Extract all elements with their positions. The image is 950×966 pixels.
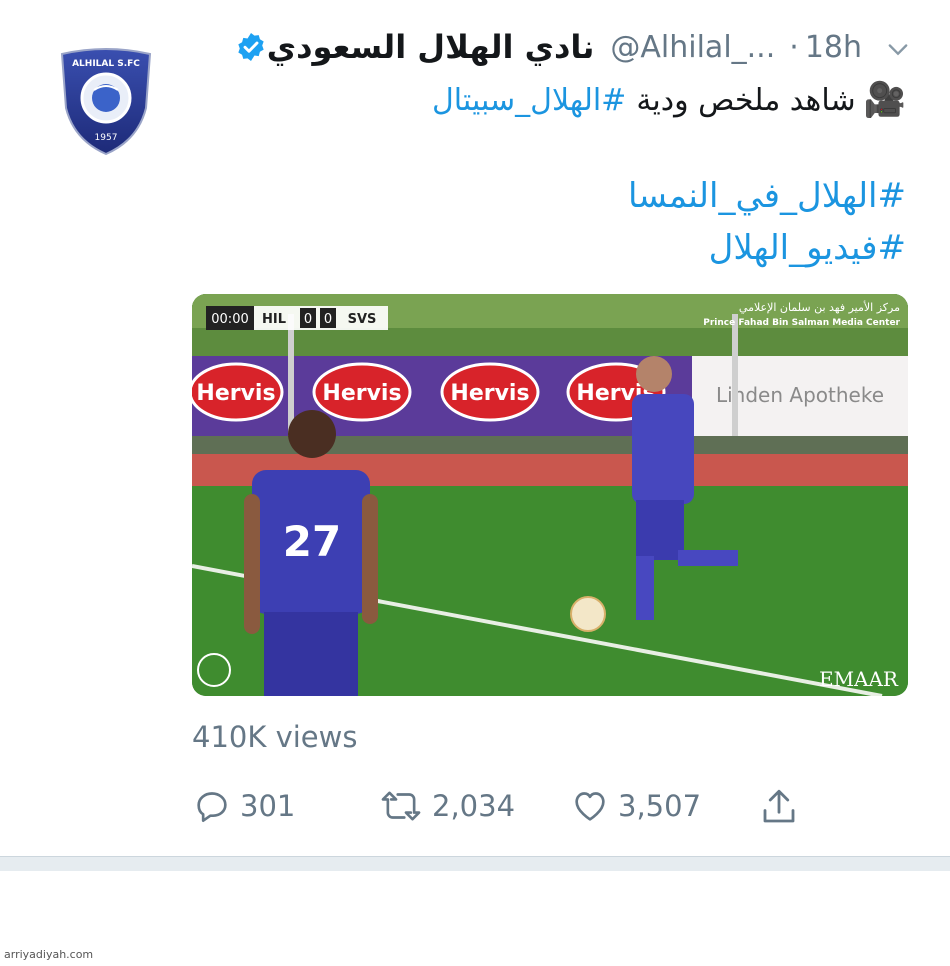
- retweet-icon: [381, 791, 421, 821]
- share-button[interactable]: [758, 786, 808, 828]
- tweet-text-line-1: 🎥 شاهد ملخص ودية #الهلال_سبيتال: [432, 80, 906, 120]
- ad-text: Hervis: [196, 381, 275, 406]
- view-count: 410K views: [192, 720, 358, 754]
- retweet-count: 2,034: [432, 789, 516, 823]
- team-home: HIL: [262, 312, 286, 327]
- ad-text: Hervis: [322, 381, 401, 406]
- share-icon: [763, 789, 795, 823]
- video-camera-icon: 🎥: [863, 80, 906, 120]
- verified-icon: [238, 33, 264, 61]
- retweet-button[interactable]: 2,034: [378, 786, 515, 826]
- ad-text-right: Linden Apotheke: [716, 383, 884, 407]
- tweet-actions: 301 2,034 3,507: [192, 786, 912, 834]
- separator: ·: [789, 29, 799, 65]
- handle-time: @Alhilal_... · 18h: [610, 30, 862, 65]
- like-button[interactable]: 3,507: [570, 786, 701, 826]
- reply-button[interactable]: 301: [192, 786, 295, 826]
- media-center-ar: مركز الأمير فهد بن سلمان الإعلامي: [739, 300, 900, 314]
- chevron-down-icon[interactable]: [884, 35, 912, 63]
- tweet-text-body: شاهد ملخص ودية: [636, 82, 856, 118]
- author-handle[interactable]: @Alhilal_...: [610, 30, 775, 65]
- team-away: SVS: [348, 312, 377, 327]
- divider: [0, 856, 950, 871]
- ad-text: Hervis: [450, 381, 529, 406]
- like-icon: [575, 792, 605, 821]
- score-time: 00:00: [211, 312, 248, 327]
- player-number: 27: [283, 517, 341, 566]
- hashtag-link[interactable]: #الهلال_سبيتال: [432, 83, 626, 118]
- like-count: 3,507: [618, 789, 702, 823]
- media-center-en: Prince Fahad Bin Salman Media Center: [703, 318, 900, 328]
- hashtag-link[interactable]: #الهلال_في_النمسا: [628, 176, 906, 216]
- tweet-time[interactable]: 18h: [805, 30, 862, 65]
- avatar-logo-text: ALHILAL S.FC: [72, 59, 140, 69]
- scoreboard: 00:00 HIL 0 0 SVS: [206, 306, 388, 330]
- score-away: 0: [324, 312, 332, 327]
- tweet-header: نادي الهلال السعودي @Alhilal_... · 18h: [211, 28, 912, 66]
- avatar[interactable]: ALHILAL S.FC 1957: [58, 44, 154, 156]
- watermark: EMAAR: [819, 667, 899, 691]
- avatar-year: 1957: [95, 133, 118, 143]
- video-frame: Hervis Hervis Hervis Hervis Linden Apoth…: [192, 294, 908, 696]
- hashtag-link[interactable]: #فيديو_الهلال: [709, 228, 906, 268]
- video-player[interactable]: Hervis Hervis Hervis Hervis Linden Apoth…: [192, 294, 908, 696]
- ball: [570, 596, 606, 632]
- reply-icon: [197, 792, 227, 822]
- author-name[interactable]: نادي الهلال السعودي: [267, 28, 595, 66]
- tweet: ALHILAL S.FC 1957 نادي الهلال السعودي @A…: [0, 0, 950, 858]
- reply-count: 301: [240, 789, 296, 823]
- author-block[interactable]: نادي الهلال السعودي: [225, 28, 595, 66]
- source-watermark: arriyadiyah.com: [4, 948, 94, 961]
- score-home: 0: [304, 312, 312, 327]
